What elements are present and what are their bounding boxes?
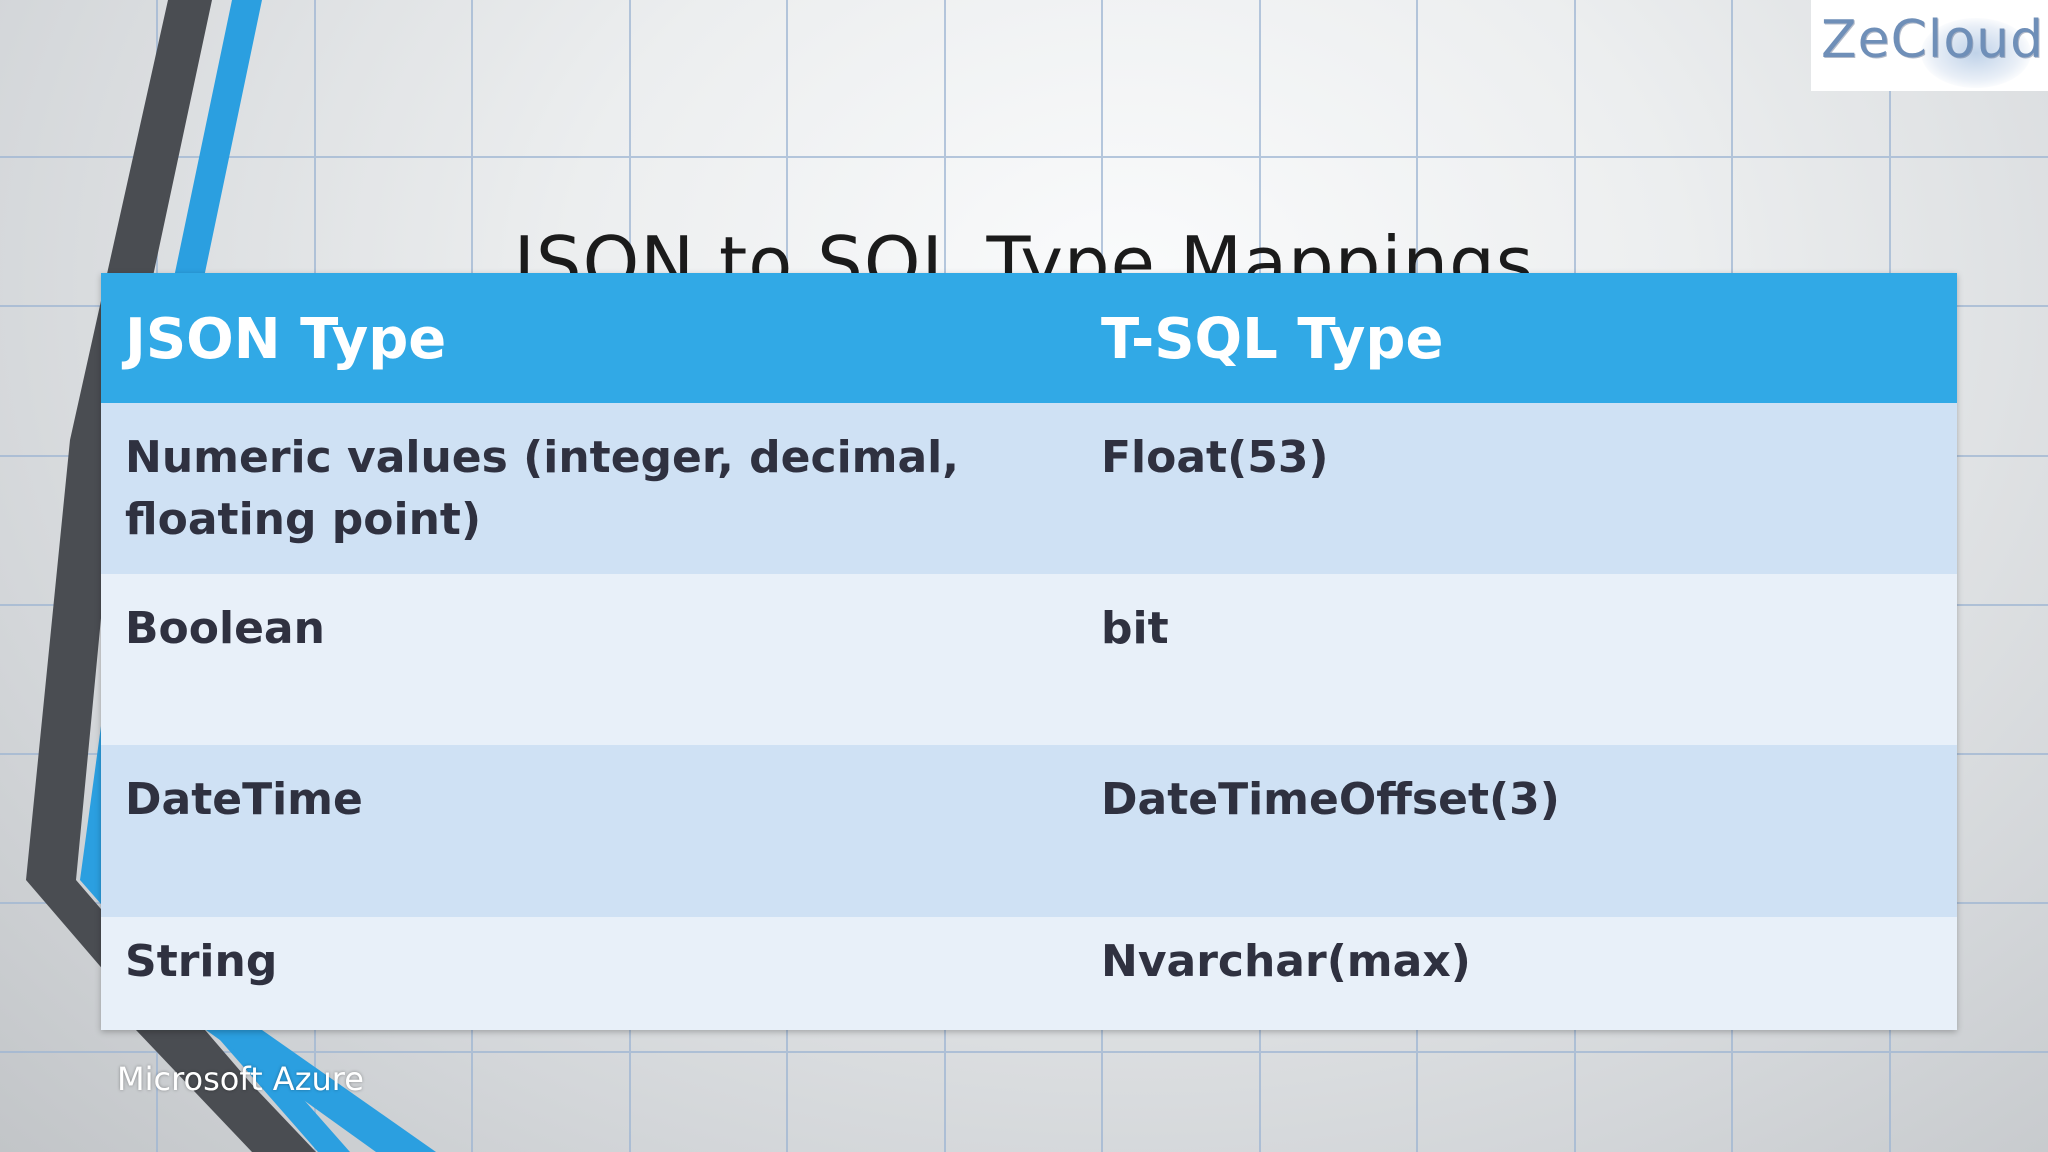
table-row: DateTime DateTimeOffset(3)	[101, 745, 1957, 917]
type-mapping-table-container: JSON Type T-SQL Type Numeric values (int…	[101, 273, 1957, 1030]
cell-tsql-type: bit	[1077, 574, 1957, 746]
logo-text: ZeCloud	[1821, 10, 2045, 70]
header-tsql-type: T-SQL Type	[1077, 273, 1957, 403]
cell-json-type: Numeric values (integer, decimal, floati…	[101, 403, 1077, 575]
cell-tsql-type: DateTimeOffset(3)	[1077, 745, 1957, 917]
table-row: Boolean bit	[101, 574, 1957, 746]
table-row: Numeric values (integer, decimal, floati…	[101, 403, 1957, 575]
zecloud-logo: ZeCloud	[1811, 0, 2048, 91]
table-header-row: JSON Type T-SQL Type	[101, 273, 1957, 403]
cell-tsql-type: Nvarchar(max)	[1077, 916, 1957, 1030]
cell-tsql-type: Float(53)	[1077, 403, 1957, 575]
cell-json-type: String	[101, 916, 1077, 1030]
type-mapping-table: JSON Type T-SQL Type Numeric values (int…	[101, 273, 1957, 1030]
table-row: String Nvarchar(max)	[101, 916, 1957, 1030]
cell-json-type: Boolean	[101, 574, 1077, 746]
header-json-type: JSON Type	[101, 273, 1077, 403]
slide-footer: Microsoft Azure	[117, 1060, 364, 1098]
cell-json-type: DateTime	[101, 745, 1077, 917]
